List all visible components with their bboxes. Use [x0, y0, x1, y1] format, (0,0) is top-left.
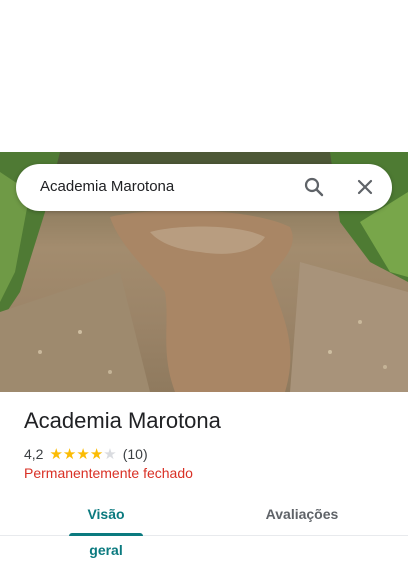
- tab-bar: Visão geral Avaliações: [0, 496, 408, 558]
- search-query-text[interactable]: Academia Marotona: [40, 178, 174, 195]
- review-count[interactable]: (10): [123, 446, 148, 462]
- rating-value: 4,2: [24, 446, 44, 462]
- search-icon[interactable]: [302, 175, 326, 199]
- status-closed-text: Permanentemente fechado: [24, 465, 193, 481]
- star-icon: ★: [89, 445, 104, 463]
- star-icon: ★: [62, 445, 77, 463]
- star-icon: ★: [76, 445, 90, 463]
- star-icon: ★: [103, 445, 117, 463]
- active-tab-indicator: [69, 533, 143, 536]
- tab-overview-label: Visão geral: [87, 506, 125, 558]
- close-icon[interactable]: [353, 175, 377, 199]
- rating-row[interactable]: 4,2 ★ ★ ★ ★ ★ (10): [24, 445, 148, 463]
- tab-overview[interactable]: Visão geral: [69, 496, 143, 558]
- star-icon: ★: [49, 445, 63, 463]
- tab-reviews-label: Avaliações: [265, 506, 339, 522]
- place-title: Academia Marotona: [24, 408, 221, 433]
- tab-reviews[interactable]: Avaliações: [262, 496, 342, 536]
- rating-stars: ★ ★ ★ ★ ★: [49, 447, 116, 462]
- search-bar[interactable]: Academia Marotona: [16, 164, 392, 211]
